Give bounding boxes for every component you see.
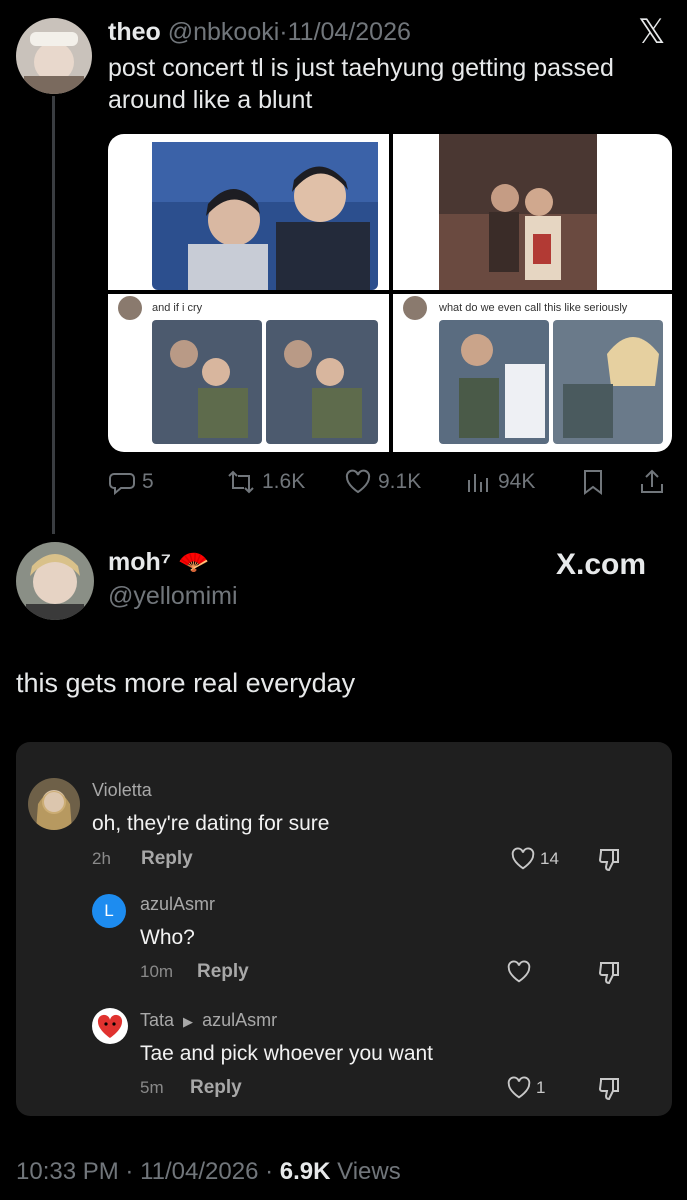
like-count: 9.1K bbox=[378, 470, 422, 493]
heart-icon bbox=[511, 847, 535, 870]
tweet1-author-name[interactable]: theo bbox=[108, 18, 161, 46]
bookmark-button[interactable] bbox=[580, 468, 612, 496]
media-photo-2[interactable] bbox=[393, 134, 672, 290]
theo-avatar[interactable] bbox=[16, 18, 92, 94]
tweet2-handle[interactable]: @yellomimi bbox=[108, 582, 238, 611]
footer-time[interactable]: 10:33 PM bbox=[16, 1158, 119, 1185]
heart-icon bbox=[345, 469, 371, 494]
moh-avatar[interactable] bbox=[16, 542, 94, 620]
comment3-reply-to[interactable]: azulAsmr bbox=[202, 1010, 277, 1030]
tweet1-action-bar: 5 1.6K 9.1K 94K bbox=[108, 468, 672, 502]
media-photo-3[interactable]: and if i cry bbox=[108, 294, 389, 452]
tweet1-date[interactable]: 11/04/2026 bbox=[288, 18, 411, 46]
comment3-author[interactable]: Tata ▶ azulAsmr bbox=[140, 1010, 277, 1031]
reply-arrow-icon: ▶ bbox=[183, 1014, 194, 1029]
tweet1-text: post concert tl is just taehyung getting… bbox=[108, 54, 614, 114]
heart-icon bbox=[507, 1076, 531, 1099]
footer-views-label: Views bbox=[337, 1158, 401, 1185]
repost-icon bbox=[228, 470, 254, 494]
share-icon bbox=[641, 469, 663, 493]
like-button[interactable]: 9.1K bbox=[344, 468, 421, 496]
dislike-icon[interactable] bbox=[596, 1075, 624, 1103]
analytics-icon bbox=[468, 474, 488, 492]
comment2-reply-button[interactable]: Reply bbox=[197, 961, 249, 983]
bookmark-icon bbox=[584, 470, 602, 495]
violetta-avatar[interactable] bbox=[28, 778, 80, 830]
reply-count: 5 bbox=[142, 470, 154, 493]
tweet1-media-grid[interactable]: and if i cry what do we even call this l… bbox=[108, 134, 672, 452]
repost-button[interactable]: 1.6K bbox=[226, 468, 305, 496]
dot-separator: · bbox=[279, 18, 288, 46]
comments-screenshot: Violetta oh, they're dating for sure 2h … bbox=[16, 742, 672, 1116]
share-button[interactable] bbox=[638, 468, 672, 496]
thread-connector bbox=[52, 96, 55, 534]
dislike-icon[interactable] bbox=[596, 959, 624, 987]
dot-separator: · bbox=[125, 1158, 134, 1185]
views-button[interactable]: 94K bbox=[464, 468, 535, 496]
footer-date[interactable]: 11/04/2026 bbox=[140, 1158, 258, 1185]
repost-count: 1.6K bbox=[262, 470, 306, 493]
x-logo-icon[interactable]: 𝕏 bbox=[638, 14, 665, 50]
comment3-time: 5m bbox=[140, 1078, 164, 1097]
reply-icon bbox=[109, 473, 135, 496]
tweet1-header: theo @nbkooki·11/04/2026 bbox=[108, 16, 411, 48]
comment1-like-count: 14 bbox=[540, 849, 559, 868]
xcom-watermark: X.com bbox=[556, 548, 647, 581]
comment1-time: 2h bbox=[92, 849, 111, 868]
comment3-reply-button[interactable]: Reply bbox=[190, 1077, 242, 1099]
comment2-like-button[interactable] bbox=[506, 959, 532, 985]
dot-separator: · bbox=[265, 1158, 274, 1185]
footer-views-count: 6.9K bbox=[279, 1158, 331, 1185]
tweet2-text: this gets more real everyday bbox=[16, 668, 356, 698]
folding-fan-icon: 🪭 bbox=[178, 548, 210, 576]
tata-avatar[interactable] bbox=[92, 1008, 128, 1044]
tweet1-handle[interactable]: @nbkooki bbox=[168, 18, 280, 46]
azulasmr-avatar-letter: L bbox=[104, 901, 114, 920]
media-photo-1[interactable] bbox=[108, 134, 389, 290]
azulasmr-avatar[interactable]: L bbox=[92, 894, 126, 928]
tweet2-timestamp: 10:33 PM · 11/04/2026 · 6.9K Views bbox=[16, 1158, 401, 1186]
view-count: 94K bbox=[498, 470, 536, 493]
comment1-author[interactable]: Violetta bbox=[92, 780, 152, 801]
comment2-author[interactable]: azulAsmr bbox=[140, 894, 215, 915]
comment1-reply-button[interactable]: Reply bbox=[141, 848, 193, 870]
comment3-text: Tae and pick whoever you want bbox=[140, 1042, 434, 1065]
media-photo-4[interactable]: what do we even call this like seriously bbox=[393, 294, 672, 452]
comment3-like-count: 1 bbox=[536, 1078, 546, 1097]
comment1-like-button[interactable]: 14 bbox=[510, 846, 559, 872]
tweet2-author-name[interactable]: moh⁷ 🪭 bbox=[108, 548, 209, 577]
comment3-like-button[interactable]: 1 bbox=[506, 1075, 545, 1101]
comment1-text: oh, they're dating for sure bbox=[92, 812, 330, 835]
dislike-icon[interactable] bbox=[596, 846, 624, 874]
comment2-time: 10m bbox=[140, 962, 174, 981]
comment2-text: Who? bbox=[140, 926, 195, 949]
reply-button[interactable]: 5 bbox=[108, 468, 154, 496]
heart-icon bbox=[507, 960, 531, 983]
